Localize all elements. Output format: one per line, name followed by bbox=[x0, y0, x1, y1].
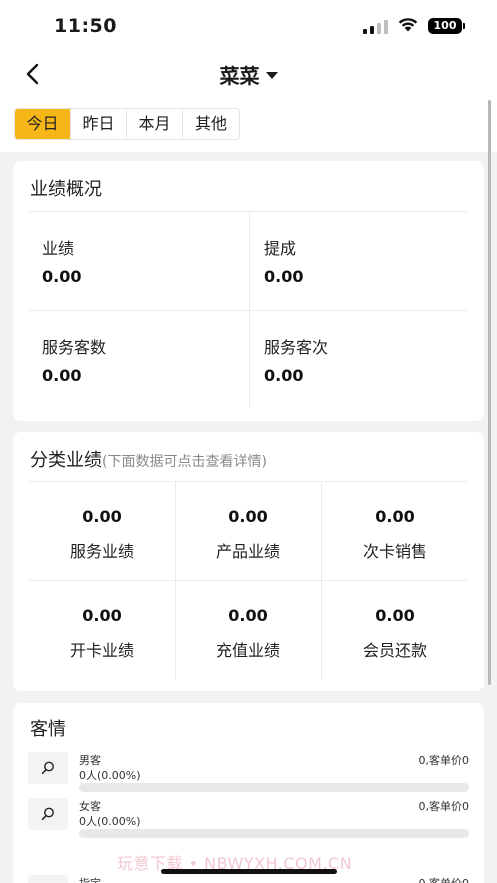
category-product[interactable]: 0.00 产品业绩 bbox=[175, 507, 321, 562]
category-value: 0.00 bbox=[375, 606, 415, 625]
metric-value-performance: 0.00 bbox=[42, 267, 82, 286]
category-service[interactable]: 0.00 服务业绩 bbox=[29, 507, 175, 562]
home-indicator[interactable] bbox=[161, 869, 337, 874]
metric-value-clients-served: 0.00 bbox=[42, 366, 82, 385]
search-icon bbox=[28, 798, 68, 830]
customer-count: 0人(0.00%) bbox=[79, 815, 141, 828]
progress-bar bbox=[79, 829, 469, 838]
category-title-text: 分类业绩 bbox=[30, 450, 102, 471]
divider bbox=[28, 580, 468, 581]
status-time: 11:50 bbox=[54, 15, 117, 37]
customer-avg-price: 0,客单价0 bbox=[418, 800, 470, 813]
tab-yesterday[interactable]: 昨日 bbox=[71, 109, 127, 139]
category-hint: (下面数据可点击查看详情) bbox=[102, 454, 267, 470]
customer-type: 女客 bbox=[79, 800, 101, 813]
list-item[interactable]: 男客 0,客单价0 0人(0.00%) bbox=[28, 752, 469, 792]
customer-avg-price: 0,客单价0 bbox=[418, 754, 470, 767]
metric-value-client-visits: 0.00 bbox=[264, 366, 304, 385]
metric-label-commission: 提成 bbox=[264, 239, 297, 258]
customer-type: 男客 bbox=[79, 754, 101, 767]
customer-title: 客情 bbox=[30, 719, 66, 740]
metric-label-client-visits: 服务客次 bbox=[264, 338, 329, 357]
wifi-icon bbox=[398, 18, 418, 32]
customer-count: 0人(0.00%) bbox=[79, 769, 141, 782]
category-title: 分类业绩(下面数据可点击查看详情) bbox=[30, 446, 267, 472]
tab-this-month[interactable]: 本月 bbox=[127, 109, 183, 139]
progress-bar bbox=[79, 783, 469, 792]
metric-label-clients-served: 服务客数 bbox=[42, 338, 107, 357]
scrollbar[interactable] bbox=[488, 100, 491, 685]
category-label: 次卡销售 bbox=[362, 542, 427, 561]
caret-down-icon bbox=[265, 72, 278, 79]
category-card: 分类业绩(下面数据可点击查看详情) 0.00 服务业绩 0.00 产品业绩 0.… bbox=[13, 432, 484, 691]
nav-bar: 菜菜 bbox=[0, 52, 497, 100]
staff-selector[interactable]: 菜菜 bbox=[0, 60, 497, 89]
category-recharge[interactable]: 0.00 充值业绩 bbox=[175, 606, 321, 661]
divider bbox=[28, 310, 468, 311]
category-label: 会员还款 bbox=[362, 641, 427, 660]
search-icon bbox=[28, 752, 68, 784]
divider bbox=[28, 211, 468, 212]
category-value: 0.00 bbox=[228, 606, 268, 625]
battery-icon: 100 bbox=[428, 18, 465, 34]
category-value: 0.00 bbox=[228, 507, 268, 526]
overview-card: 业绩概况 业绩 0.00 提成 0.00 服务客数 0.00 服务客次 0.00 bbox=[13, 161, 484, 421]
category-member-repayment[interactable]: 0.00 会员还款 bbox=[322, 606, 468, 661]
category-label: 开卡业绩 bbox=[69, 641, 134, 660]
page-title: 菜菜 bbox=[219, 64, 260, 88]
category-session-card[interactable]: 0.00 次卡销售 bbox=[322, 507, 468, 562]
divider bbox=[28, 481, 468, 482]
customer-type: 指定 bbox=[79, 875, 101, 883]
status-bar: 11:50 100 bbox=[0, 0, 497, 52]
date-tab-bar: 今日 昨日 本月 其他 bbox=[0, 100, 497, 152]
metric-label-performance: 业绩 bbox=[42, 239, 75, 258]
category-label: 充值业绩 bbox=[215, 641, 280, 660]
overview-title: 业绩概况 bbox=[30, 179, 102, 200]
list-item[interactable]: 指定 0,客单价0 bbox=[28, 875, 469, 883]
tab-today[interactable]: 今日 bbox=[15, 109, 71, 139]
category-value: 0.00 bbox=[375, 507, 415, 526]
category-label: 产品业绩 bbox=[215, 542, 280, 561]
category-card-opening[interactable]: 0.00 开卡业绩 bbox=[29, 606, 175, 661]
metric-value-commission: 0.00 bbox=[264, 267, 304, 286]
list-item[interactable]: 女客 0,客单价0 0人(0.00%) bbox=[28, 798, 469, 838]
category-value: 0.00 bbox=[82, 507, 122, 526]
cellular-signal-icon bbox=[363, 18, 389, 34]
customer-avg-price: 0,客单价0 bbox=[419, 875, 470, 883]
tab-other[interactable]: 其他 bbox=[183, 109, 239, 139]
date-tabs: 今日 昨日 本月 其他 bbox=[14, 108, 240, 140]
search-icon bbox=[28, 875, 68, 883]
category-value: 0.00 bbox=[82, 606, 122, 625]
category-label: 服务业绩 bbox=[69, 542, 134, 561]
